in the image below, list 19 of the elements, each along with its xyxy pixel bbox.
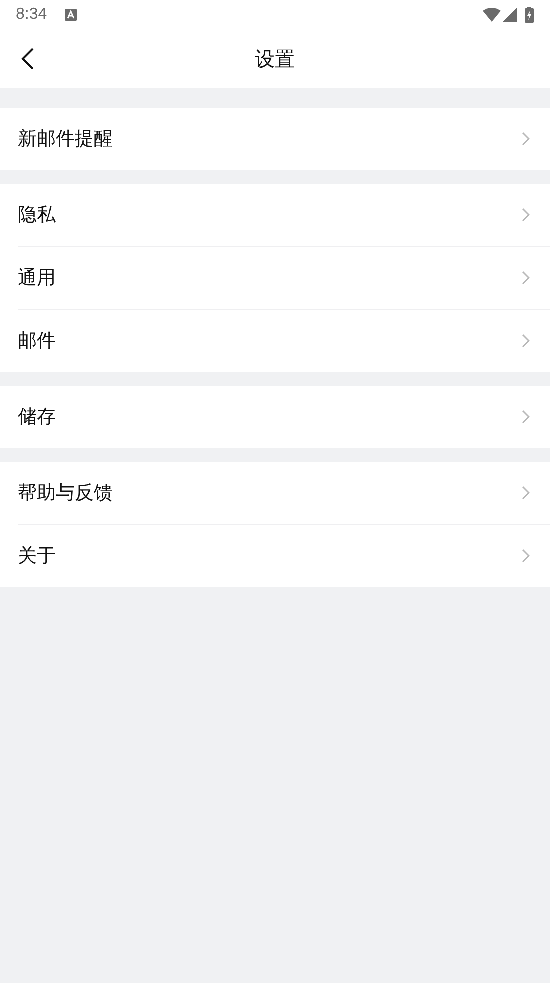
back-icon bbox=[21, 48, 35, 70]
battery-icon bbox=[525, 7, 534, 23]
settings-item[interactable]: 通用 bbox=[18, 246, 550, 309]
status-time: 8:34 bbox=[16, 6, 48, 24]
settings-item[interactable]: 帮助与反馈 bbox=[18, 462, 550, 524]
chevron-icon bbox=[522, 208, 530, 222]
settings-item[interactable]: 隐私 bbox=[18, 184, 550, 246]
chevron-icon bbox=[522, 549, 530, 563]
wifi-icon bbox=[483, 8, 501, 22]
notification-icon bbox=[65, 9, 78, 21]
chevron-icon bbox=[522, 271, 530, 285]
chevron-icon bbox=[522, 410, 530, 424]
signal-icon bbox=[503, 8, 517, 22]
settings-item[interactable]: 邮件 bbox=[18, 309, 550, 372]
page-title: 设置 bbox=[255, 46, 295, 72]
chevron-icon bbox=[522, 486, 530, 500]
chevron-icon bbox=[522, 334, 530, 348]
settings-item[interactable]: 关于 bbox=[18, 524, 550, 587]
chevron-icon bbox=[522, 132, 530, 146]
